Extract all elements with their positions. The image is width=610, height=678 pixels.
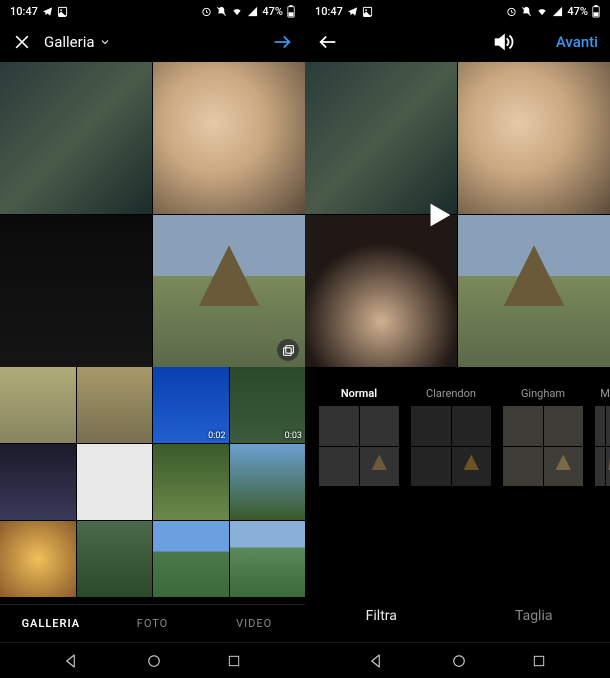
filter-more[interactable]: M (595, 387, 610, 486)
preview-cell[interactable] (458, 215, 610, 367)
battery-icon (592, 5, 600, 18)
next-button[interactable]: Avanti (556, 33, 598, 51)
thumbnail[interactable] (153, 521, 229, 597)
filter-gingham[interactable]: Gingham (503, 387, 583, 486)
preview-cell[interactable] (153, 62, 305, 214)
image-icon (362, 6, 373, 17)
thumbnail-grid: 0:02 0:03 (0, 367, 305, 604)
thumbnail[interactable]: 0:03 (230, 367, 306, 443)
phone-left: 10:47 47% Galleria (0, 0, 305, 678)
thumbnail[interactable] (77, 521, 153, 597)
dnd-icon (521, 6, 532, 17)
preview-cell[interactable] (305, 215, 457, 367)
sound-icon[interactable] (492, 31, 514, 53)
nav-back-icon[interactable] (368, 652, 386, 670)
back-arrow-icon[interactable] (317, 31, 339, 53)
filter-scroll[interactable]: Normal Clarendon Gingham M (305, 387, 610, 486)
thumbnail[interactable] (77, 444, 153, 520)
nav-home-icon[interactable] (450, 652, 468, 670)
filter-clarendon[interactable]: Clarendon (411, 387, 491, 486)
edit-tabs: Filtra Taglia (305, 590, 610, 642)
phone-right: 10:47 47% Avanti Normal (305, 0, 610, 678)
nav-recent-icon[interactable] (531, 653, 547, 669)
gallery-dropdown[interactable]: Galleria (44, 33, 259, 51)
wifi-icon (231, 6, 243, 17)
filter-area: Normal Clarendon Gingham M Filtra Taglia (305, 367, 610, 642)
android-nav-bar (305, 642, 610, 678)
preview-cell[interactable] (305, 62, 457, 214)
source-tabs: GALLERIA FOTO VIDEO (0, 604, 305, 642)
thumbnail[interactable] (77, 367, 153, 443)
next-arrow-icon[interactable] (271, 31, 293, 53)
thumbnail[interactable] (230, 444, 306, 520)
alarm-icon (201, 6, 212, 17)
battery-text: 47% (567, 5, 588, 18)
preview-grid (0, 62, 305, 367)
status-time: 10:47 (315, 5, 343, 18)
thumbnail[interactable] (153, 444, 229, 520)
multi-select-icon[interactable] (277, 339, 299, 361)
play-icon[interactable] (420, 198, 454, 232)
app-bar-left: Galleria (0, 22, 305, 62)
preview-cell[interactable] (0, 62, 152, 214)
tab-foto[interactable]: FOTO (102, 617, 204, 630)
tab-galleria[interactable]: GALLERIA (0, 617, 102, 630)
chevron-down-icon (99, 36, 111, 48)
thumbnail[interactable]: 0:02 (153, 367, 229, 443)
app-bar-right: Avanti (305, 22, 610, 62)
thumbnail[interactable] (0, 367, 76, 443)
tab-filtra[interactable]: Filtra (305, 608, 458, 624)
status-bar: 10:47 47% (0, 0, 305, 22)
wifi-icon (536, 6, 548, 17)
dnd-icon (216, 6, 227, 17)
thumbnail[interactable] (0, 521, 76, 597)
android-nav-bar (0, 642, 305, 678)
signal-icon (552, 6, 563, 17)
thumbnail[interactable] (0, 444, 76, 520)
status-time: 10:47 (10, 5, 38, 18)
battery-icon (287, 5, 295, 18)
video-duration: 0:02 (208, 431, 225, 441)
thumbnail[interactable] (230, 521, 306, 597)
close-icon[interactable] (12, 32, 32, 52)
image-icon (57, 6, 68, 17)
telegram-icon (42, 6, 53, 17)
preview-cell[interactable] (153, 215, 305, 367)
alarm-icon (506, 6, 517, 17)
preview-grid (305, 62, 610, 367)
status-bar: 10:47 47% (305, 0, 610, 22)
nav-back-icon[interactable] (63, 652, 81, 670)
tab-video[interactable]: VIDEO (203, 617, 305, 630)
battery-text: 47% (262, 5, 283, 18)
preview-cell[interactable] (0, 215, 152, 367)
preview-cell[interactable] (458, 62, 610, 214)
nav-recent-icon[interactable] (226, 653, 242, 669)
video-duration: 0:03 (285, 431, 302, 441)
filter-normal[interactable]: Normal (319, 387, 399, 486)
nav-home-icon[interactable] (145, 652, 163, 670)
signal-icon (247, 6, 258, 17)
tab-taglia[interactable]: Taglia (458, 608, 610, 624)
telegram-icon (347, 6, 358, 17)
